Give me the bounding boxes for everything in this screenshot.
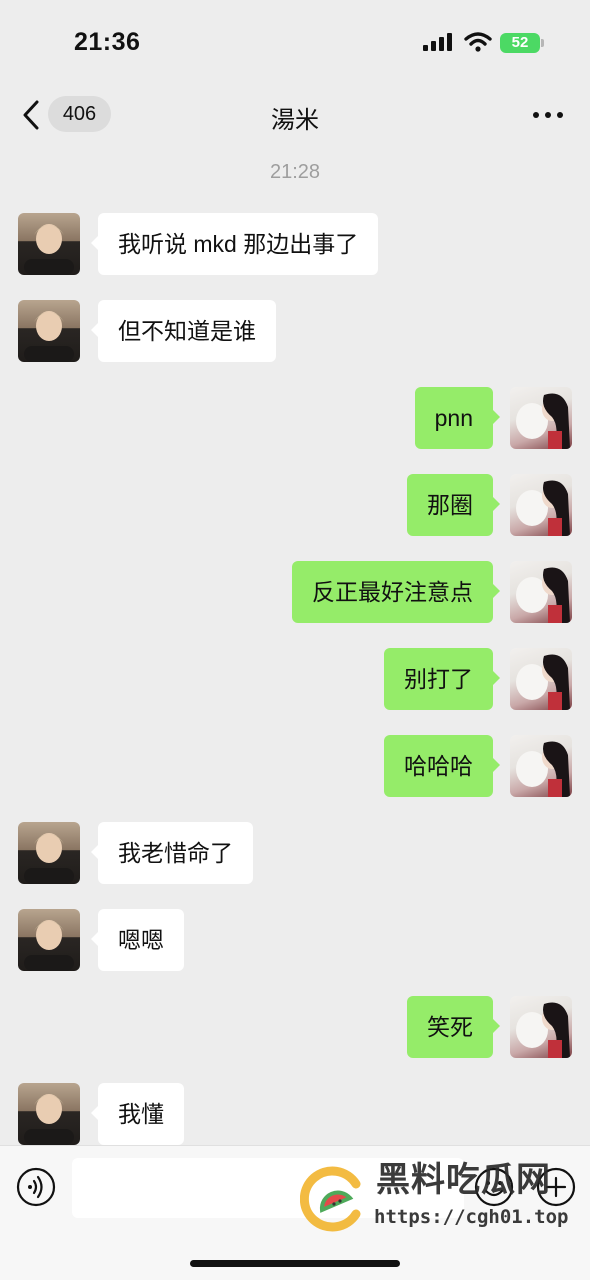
chat-title: 湯米	[271, 107, 319, 134]
friend-avatar[interactable]	[18, 300, 80, 362]
watermark: 黑料吃瓜网 https://cgh01.top	[298, 1150, 590, 1250]
message-bubble[interactable]: 但不知道是谁	[91, 300, 276, 362]
message-row-outgoing: 哈哈哈	[0, 735, 590, 797]
watermark-url: https://cgh01.top	[374, 1206, 569, 1228]
wifi-icon	[464, 32, 492, 52]
battery-level: 52	[511, 34, 529, 51]
my-avatar[interactable]	[510, 648, 572, 710]
home-indicator	[190, 1260, 400, 1267]
battery-tip	[541, 39, 544, 47]
message-row-outgoing: 笑死	[0, 996, 590, 1058]
message-bubble[interactable]: 反正最好注意点	[292, 561, 500, 623]
message-bubble[interactable]: 那圈	[407, 474, 500, 536]
message-row-incoming: 我老惜命了	[0, 822, 590, 884]
friend-avatar[interactable]	[18, 909, 80, 971]
watermelon-logo-icon	[300, 1166, 361, 1232]
message-bubble[interactable]: 我听说 mkd 那边出事了	[90, 213, 379, 275]
battery-indicator: 52	[500, 33, 540, 53]
message-row-incoming: 我听说 mkd 那边出事了	[0, 213, 590, 275]
message-bubble[interactable]: 笑死	[407, 996, 500, 1058]
friend-avatar[interactable]	[18, 822, 80, 884]
signal-icon	[423, 33, 452, 51]
message-bubble[interactable]: 哈哈哈	[384, 735, 500, 797]
message-bubble[interactable]: 我懂	[91, 1083, 184, 1145]
friend-avatar[interactable]	[18, 213, 80, 275]
friend-avatar[interactable]	[18, 1083, 80, 1145]
message-row-incoming: 我懂	[0, 1083, 590, 1145]
my-avatar[interactable]	[510, 996, 572, 1058]
my-avatar[interactable]	[510, 735, 572, 797]
message-bubble[interactable]: 我老惜命了	[91, 822, 253, 884]
message-row-incoming: 嗯嗯	[0, 909, 590, 971]
watermark-title: 黑料吃瓜网	[376, 1161, 551, 1199]
message-row-incoming: 但不知道是谁	[0, 300, 590, 362]
my-avatar[interactable]	[510, 387, 572, 449]
more-icon[interactable]	[532, 110, 564, 120]
status-time: 21:36	[74, 28, 141, 56]
chat-nav-bar: 406 湯米	[0, 90, 590, 140]
status-bar: 21:36 52	[0, 0, 590, 90]
message-row-outgoing: 那圈	[0, 474, 590, 536]
message-bubble[interactable]: 别打了	[384, 648, 500, 710]
message-bubble[interactable]: pnn	[414, 387, 501, 449]
voice-icon[interactable]	[16, 1167, 56, 1207]
message-row-outgoing: pnn	[0, 387, 590, 449]
my-avatar[interactable]	[510, 561, 572, 623]
my-avatar[interactable]	[510, 474, 572, 536]
message-bubble[interactable]: 嗯嗯	[91, 909, 184, 971]
message-row-outgoing: 别打了	[0, 648, 590, 710]
message-row-outgoing: 反正最好注意点	[0, 561, 590, 623]
message-timestamp: 21:28	[269, 161, 321, 183]
